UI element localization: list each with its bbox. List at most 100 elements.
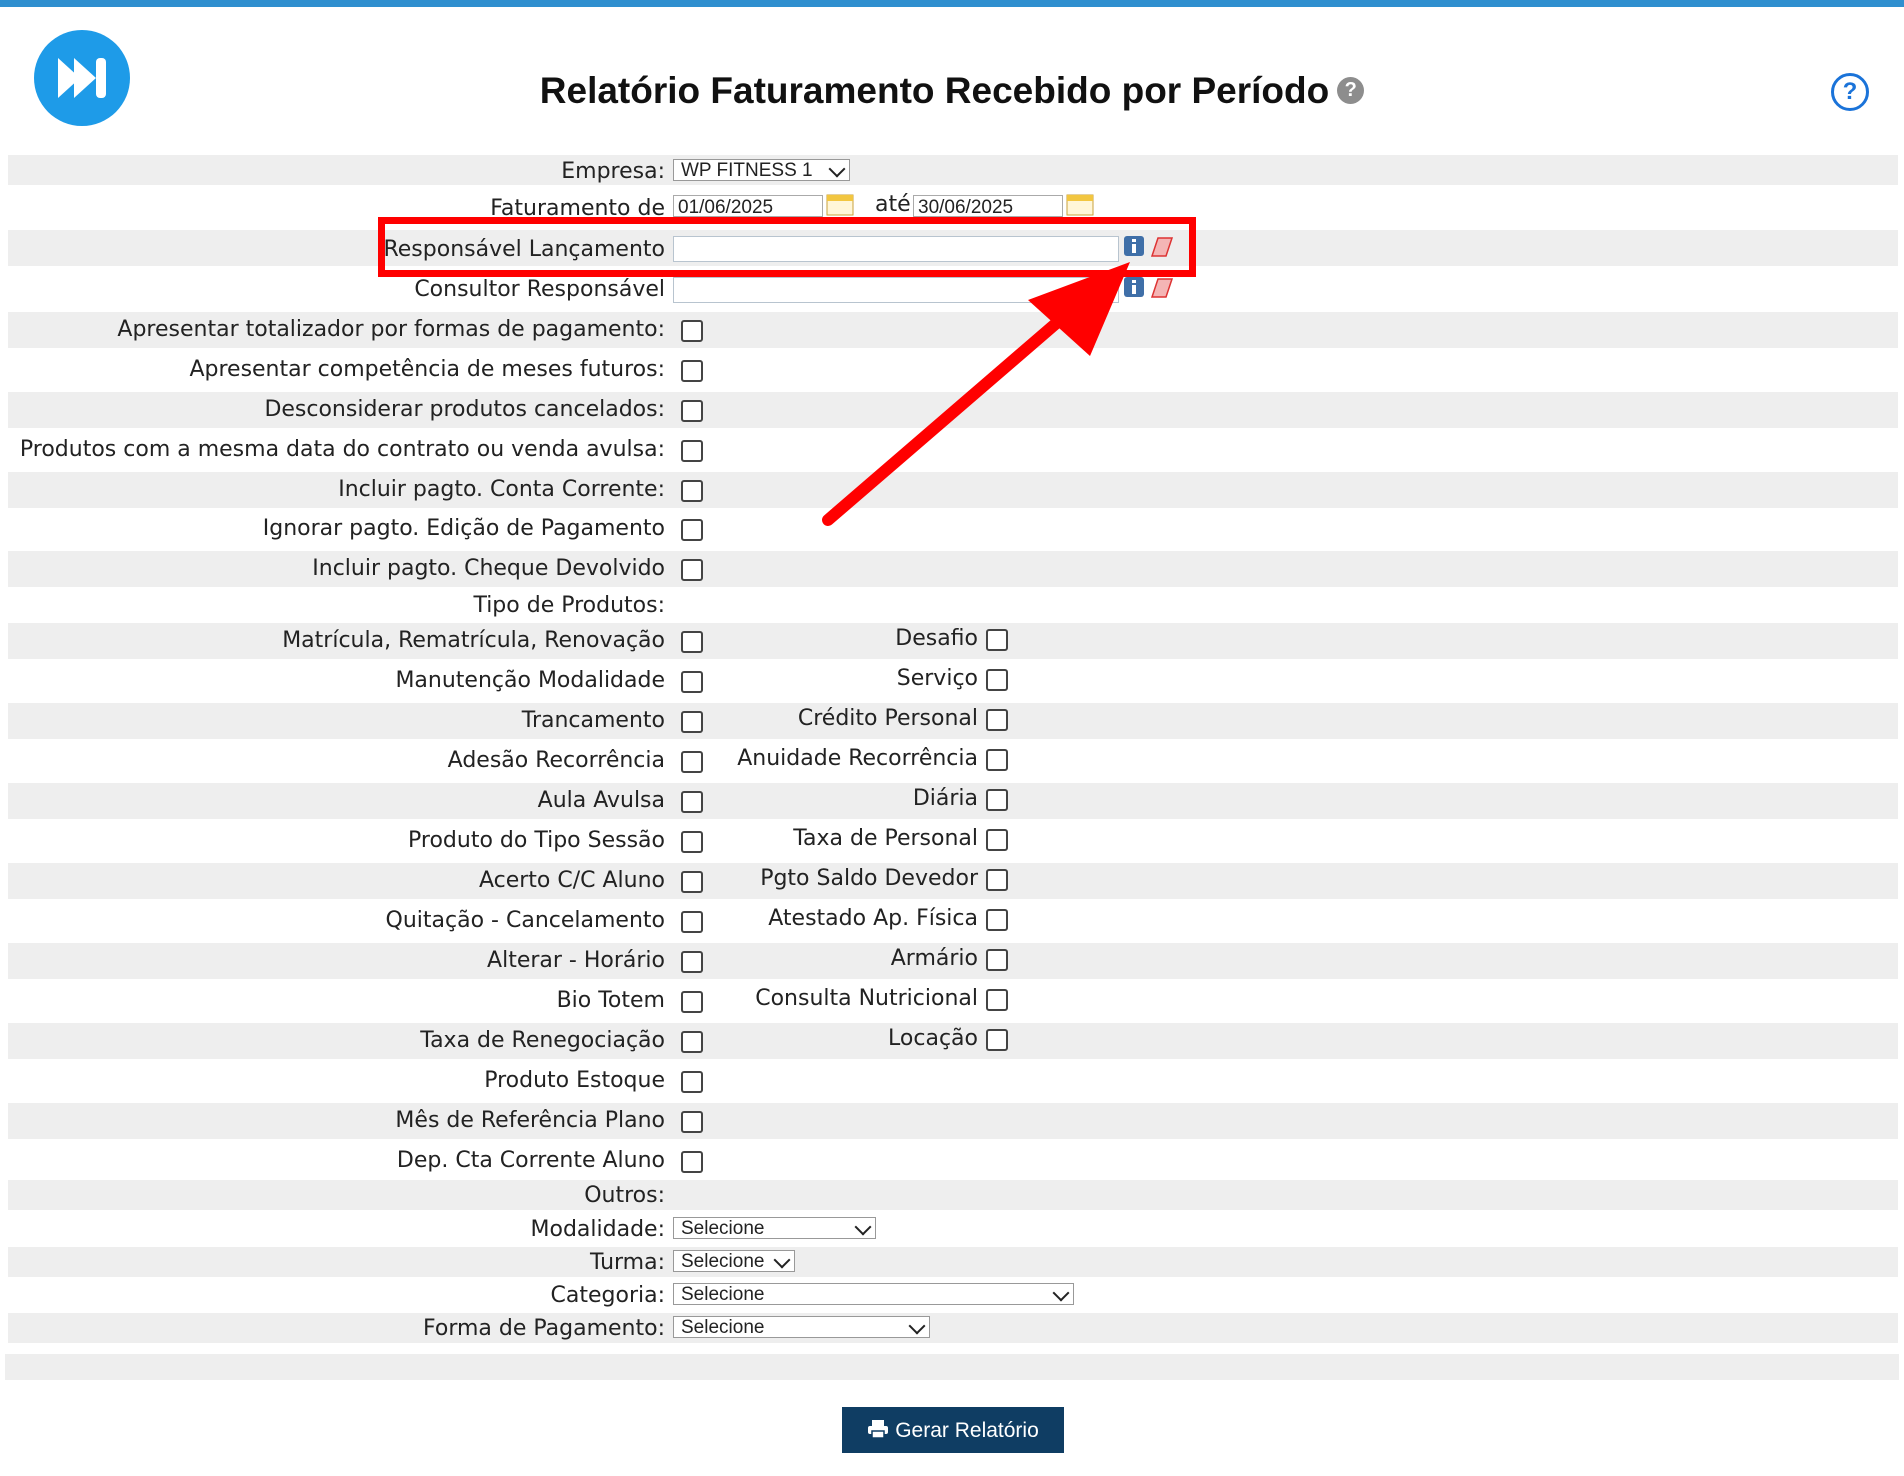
tipo-produto-checkbox[interactable] [681, 1151, 703, 1173]
modalidade-select-value: Selecione [681, 1218, 765, 1239]
option-row: Desconsiderar produtos cancelados: [8, 392, 1898, 428]
categoria-select[interactable]: Selecione [673, 1283, 1074, 1305]
ate-label: até [875, 192, 911, 217]
option-label: Produtos com a mesma data do contrato ou… [19, 437, 665, 462]
tipo-produto-label: Adesão Recorrência [447, 748, 665, 773]
info-icon[interactable] [1123, 276, 1145, 298]
tipo-produto-label: Serviço [896, 666, 978, 691]
categoria-select-value: Selecione [681, 1284, 765, 1305]
option-label: Apresentar competência de meses futuros: [189, 357, 665, 382]
tipo-produto-row: Trancamento Crédito Personal [8, 703, 1898, 739]
tipo-produto-checkbox[interactable] [986, 1029, 1008, 1051]
tipo-produto-label: Crédito Personal [797, 706, 978, 731]
tipo-produto-row: Matrícula, Rematrícula, Renovação Desafio [8, 623, 1898, 659]
tipo-produto-checkbox[interactable] [681, 1071, 703, 1093]
option-checkbox[interactable] [681, 440, 703, 462]
tipo-produto-checkbox[interactable] [681, 871, 703, 893]
tipo-produto-checkbox[interactable] [986, 989, 1008, 1011]
gerar-relatorio-button[interactable]: Gerar Relatório [842, 1407, 1064, 1453]
option-checkbox[interactable] [681, 519, 703, 541]
tipo-produto-row: Alterar - Horário Armário [8, 943, 1898, 979]
tipo-produto-checkbox[interactable] [681, 911, 703, 933]
forma-pagamento-select-value: Selecione [681, 1317, 765, 1338]
page-title-text: Relatório Faturamento Recebido por Perío… [539, 70, 1330, 111]
empresa-select-value: WP FITNESS 1 [681, 160, 813, 181]
date-from-input[interactable]: 01/06/2025 [673, 195, 823, 218]
tipo-produto-label: Trancamento [521, 708, 665, 733]
tipo-produto-label: Desafio [895, 626, 978, 651]
top-accent-bar [0, 0, 1904, 7]
option-row: Ignorar pagto. Edição de Pagamento [8, 511, 1898, 547]
consultor-input[interactable] [673, 277, 1119, 303]
tipo-produto-label: Diária [912, 786, 978, 811]
forma-pagamento-select[interactable]: Selecione [673, 1316, 930, 1338]
help-circle-icon[interactable]: ? [1831, 73, 1869, 111]
row-categoria: Categoria: Selecione [8, 1280, 1898, 1310]
tipo-produto-checkbox[interactable] [986, 669, 1008, 691]
row-turma: Turma: Selecione [8, 1247, 1898, 1277]
tipo-produto-checkbox[interactable] [986, 749, 1008, 771]
option-checkbox[interactable] [681, 480, 703, 502]
tipo-produto-checkbox[interactable] [681, 1031, 703, 1053]
tipo-produto-checkbox[interactable] [986, 829, 1008, 851]
row-modalidade: Modalidade: Selecione [8, 1214, 1898, 1244]
tipo-produto-checkbox[interactable] [986, 869, 1008, 891]
empresa-label: Empresa: [561, 159, 665, 184]
tipo-produto-checkbox[interactable] [681, 831, 703, 853]
title-help-icon[interactable]: ? [1337, 76, 1365, 104]
tipo-produto-checkbox[interactable] [681, 991, 703, 1013]
tipo-produto-label: Produto Estoque [484, 1068, 665, 1093]
tipo-produto-label: Consulta Nutricional [755, 986, 978, 1011]
tipo-produto-row: Taxa de Renegociação Locação [8, 1023, 1898, 1059]
date-to-input[interactable]: 30/06/2025 [913, 195, 1063, 218]
empresa-select[interactable]: WP FITNESS 1 [673, 159, 850, 181]
option-row: Apresentar competência de meses futuros: [8, 352, 1898, 388]
tipo-produto-checkbox[interactable] [681, 711, 703, 733]
tipo-produto-checkbox[interactable] [681, 1111, 703, 1133]
tipo-produto-checkbox[interactable] [681, 751, 703, 773]
calendar-icon[interactable] [826, 192, 854, 216]
option-label: Desconsiderar produtos cancelados: [264, 397, 665, 422]
tipo-produto-row: Mês de Referência Plano [8, 1103, 1898, 1139]
tipo-produto-checkbox[interactable] [986, 949, 1008, 971]
option-row: Incluir pagto. Conta Corrente: [8, 472, 1898, 508]
tipo-produto-checkbox[interactable] [681, 631, 703, 653]
calendar-icon[interactable] [1066, 192, 1094, 216]
tipo-produto-row: Produto Estoque [8, 1063, 1898, 1099]
tipo-produto-checkbox[interactable] [986, 789, 1008, 811]
option-checkbox[interactable] [681, 360, 703, 382]
option-label: Incluir pagto. Conta Corrente: [338, 477, 665, 502]
chevron-down-icon [828, 160, 846, 178]
row-tipo-produtos: Tipo de Produtos: [8, 591, 1898, 621]
printer-icon [868, 1420, 889, 1440]
option-row: Incluir pagto. Cheque Devolvido [8, 551, 1898, 587]
tipo-produto-checkbox[interactable] [681, 951, 703, 973]
option-row: Produtos com a mesma data do contrato ou… [8, 432, 1898, 468]
tipo-produto-row: Dep. Cta Corrente Aluno [8, 1143, 1898, 1179]
tipo-produto-row: Manutenção Modalidade Serviço [8, 663, 1898, 699]
tipo-produto-label: Locação [888, 1026, 978, 1051]
row-faturamento: Faturamento de 01/06/2025 até 30/06/2025 [8, 190, 1898, 221]
turma-label: Turma: [589, 1250, 665, 1275]
footer-strip [5, 1354, 1899, 1380]
tipo-produto-checkbox[interactable] [681, 791, 703, 813]
tipo-produto-label: Produto do Tipo Sessão [408, 828, 665, 853]
tipo-produtos-label: Tipo de Produtos: [473, 593, 665, 618]
eraser-icon[interactable] [1150, 277, 1174, 299]
modalidade-select[interactable]: Selecione [673, 1217, 876, 1239]
option-row: Apresentar totalizador por formas de pag… [8, 312, 1898, 348]
turma-select-value: Selecione [681, 1251, 765, 1272]
chevron-down-icon [773, 1251, 791, 1269]
option-checkbox[interactable] [681, 320, 703, 342]
tipo-produto-checkbox[interactable] [986, 709, 1008, 731]
tipo-produto-checkbox[interactable] [681, 671, 703, 693]
option-checkbox[interactable] [681, 400, 703, 422]
option-checkbox[interactable] [681, 559, 703, 581]
tipo-produto-checkbox[interactable] [986, 909, 1008, 931]
tipo-produto-row: Bio Totem Consulta Nutricional [8, 983, 1898, 1019]
tipo-produto-checkbox[interactable] [986, 629, 1008, 651]
option-label: Apresentar totalizador por formas de pag… [117, 317, 665, 342]
chevron-down-icon [1052, 1284, 1070, 1302]
consultor-label: Consultor Responsável [414, 277, 665, 302]
turma-select[interactable]: Selecione [673, 1250, 795, 1272]
